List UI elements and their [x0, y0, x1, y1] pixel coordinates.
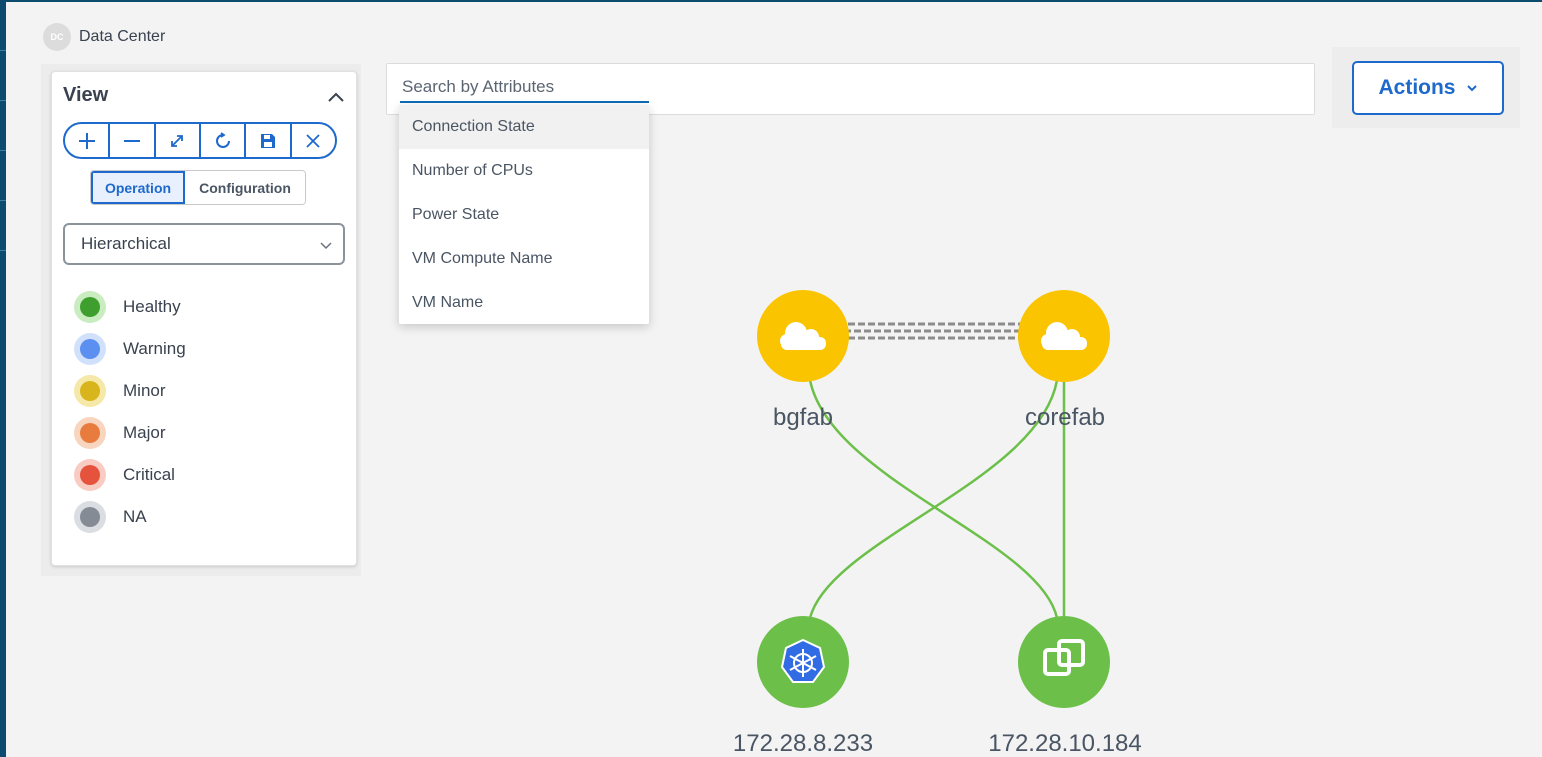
node-label-bgfab: bgfab	[772, 404, 834, 431]
kubernetes-icon	[780, 638, 826, 683]
node-vmware[interactable]	[1018, 616, 1110, 708]
topology-canvas	[757, 290, 1110, 708]
link-bgfab-vmware[interactable]	[808, 379, 1059, 619]
node-label-k8s: 172.28.8.233	[732, 730, 874, 757]
node-k8s[interactable]	[757, 616, 849, 708]
node-label-corefab: corefab	[1024, 404, 1106, 431]
node-corefab[interactable]	[1018, 290, 1110, 382]
node-bgfab[interactable]	[757, 290, 849, 382]
link-bgfab-corefab[interactable]	[848, 322, 1020, 340]
node-label-vmware: 172.28.10.184	[988, 730, 1142, 757]
link-corefab-k8s[interactable]	[808, 379, 1059, 619]
